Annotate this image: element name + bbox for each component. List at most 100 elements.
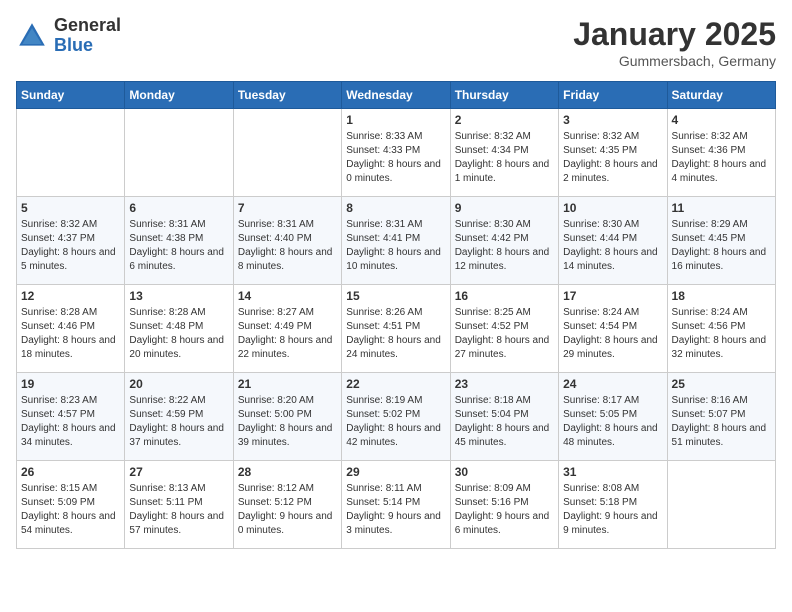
logo-icon: [16, 20, 48, 52]
calendar-cell: [233, 109, 341, 197]
calendar-cell: 23 Sunrise: 8:18 AM Sunset: 5:04 PM Dayli…: [450, 373, 558, 461]
day-number: 12: [21, 289, 120, 303]
calendar-cell: 16 Sunrise: 8:25 AM Sunset: 4:52 PM Dayli…: [450, 285, 558, 373]
day-info: Sunrise: 8:33 AM Sunset: 4:33 PM Dayligh…: [346, 130, 445, 186]
day-number: 14: [238, 289, 337, 303]
day-info: Sunrise: 8:11 AM Sunset: 5:14 PM Dayligh…: [346, 482, 445, 538]
calendar-cell: 26 Sunrise: 8:15 AM Sunset: 5:09 PM Dayli…: [17, 461, 125, 549]
day-info: Sunrise: 8:19 AM Sunset: 5:02 PM Dayligh…: [346, 394, 445, 450]
calendar-cell: 1 Sunrise: 8:33 AM Sunset: 4:33 PM Daylig…: [342, 109, 450, 197]
logo-general-text: General: [54, 16, 121, 36]
calendar-cell: 28 Sunrise: 8:12 AM Sunset: 5:12 PM Dayli…: [233, 461, 341, 549]
day-number: 19: [21, 377, 120, 391]
day-number: 26: [21, 465, 120, 479]
location: Gummersbach, Germany: [573, 53, 776, 69]
logo-text: General Blue: [54, 16, 121, 56]
logo-blue-text: Blue: [54, 36, 121, 56]
day-info: Sunrise: 8:32 AM Sunset: 4:36 PM Dayligh…: [672, 130, 771, 186]
calendar-cell: [667, 461, 775, 549]
day-info: Sunrise: 8:31 AM Sunset: 4:41 PM Dayligh…: [346, 218, 445, 274]
day-number: 28: [238, 465, 337, 479]
day-info: Sunrise: 8:24 AM Sunset: 4:56 PM Dayligh…: [672, 306, 771, 362]
day-number: 13: [129, 289, 228, 303]
page-header: General Blue January 2025 Gummersbach, G…: [16, 16, 776, 69]
calendar-cell: [17, 109, 125, 197]
calendar-cell: 8 Sunrise: 8:31 AM Sunset: 4:41 PM Daylig…: [342, 197, 450, 285]
day-number: 2: [455, 113, 554, 127]
calendar-header: SundayMondayTuesdayWednesdayThursdayFrid…: [17, 82, 776, 109]
day-of-week-header: Thursday: [450, 82, 558, 109]
day-number: 10: [563, 201, 662, 215]
calendar-body: 1 Sunrise: 8:33 AM Sunset: 4:33 PM Daylig…: [17, 109, 776, 549]
calendar-cell: 31 Sunrise: 8:08 AM Sunset: 5:18 PM Dayli…: [559, 461, 667, 549]
calendar-cell: 17 Sunrise: 8:24 AM Sunset: 4:54 PM Dayli…: [559, 285, 667, 373]
day-info: Sunrise: 8:18 AM Sunset: 5:04 PM Dayligh…: [455, 394, 554, 450]
calendar-cell: 10 Sunrise: 8:30 AM Sunset: 4:44 PM Dayli…: [559, 197, 667, 285]
day-number: 9: [455, 201, 554, 215]
day-info: Sunrise: 8:30 AM Sunset: 4:44 PM Dayligh…: [563, 218, 662, 274]
day-of-week-header: Saturday: [667, 82, 775, 109]
calendar-cell: 7Sunrise: 8:31 AM Sunset: 4:40 PM Daylig…: [233, 197, 341, 285]
day-info: Sunrise: 8:24 AM Sunset: 4:54 PM Dayligh…: [563, 306, 662, 362]
day-info: Sunrise: 8:28 AM Sunset: 4:48 PM Dayligh…: [129, 306, 228, 362]
calendar-cell: 29Sunrise: 8:11 AM Sunset: 5:14 PM Dayli…: [342, 461, 450, 549]
calendar-cell: 9Sunrise: 8:30 AM Sunset: 4:42 PM Daylig…: [450, 197, 558, 285]
day-info: Sunrise: 8:32 AM Sunset: 4:35 PM Dayligh…: [563, 130, 662, 186]
day-of-week-header: Friday: [559, 82, 667, 109]
calendar-cell: 6 Sunrise: 8:31 AM Sunset: 4:38 PM Daylig…: [125, 197, 233, 285]
day-info: Sunrise: 8:09 AM Sunset: 5:16 PM Dayligh…: [455, 482, 554, 538]
day-info: Sunrise: 8:08 AM Sunset: 5:18 PM Dayligh…: [563, 482, 662, 538]
day-of-week-header: Sunday: [17, 82, 125, 109]
day-info: Sunrise: 8:13 AM Sunset: 5:11 PM Dayligh…: [129, 482, 228, 538]
day-number: 1: [346, 113, 445, 127]
day-info: Sunrise: 8:26 AM Sunset: 4:51 PM Dayligh…: [346, 306, 445, 362]
calendar-week-row: 19 Sunrise: 8:23 AM Sunset: 4:57 PM Dayli…: [17, 373, 776, 461]
day-number: 16: [455, 289, 554, 303]
day-number: 3: [563, 113, 662, 127]
day-info: Sunrise: 8:12 AM Sunset: 5:12 PM Dayligh…: [238, 482, 337, 538]
day-number: 27: [129, 465, 228, 479]
day-number: 6: [129, 201, 228, 215]
calendar-cell: 12 Sunrise: 8:28 AM Sunset: 4:46 PM Dayli…: [17, 285, 125, 373]
day-info: Sunrise: 8:25 AM Sunset: 4:52 PM Dayligh…: [455, 306, 554, 362]
calendar-cell: 5Sunrise: 8:32 AM Sunset: 4:37 PM Daylig…: [17, 197, 125, 285]
day-number: 18: [672, 289, 771, 303]
calendar-week-row: 1 Sunrise: 8:33 AM Sunset: 4:33 PM Daylig…: [17, 109, 776, 197]
calendar-cell: 27 Sunrise: 8:13 AM Sunset: 5:11 PM Dayli…: [125, 461, 233, 549]
calendar-cell: 18 Sunrise: 8:24 AM Sunset: 4:56 PM Dayli…: [667, 285, 775, 373]
calendar-cell: [125, 109, 233, 197]
day-number: 20: [129, 377, 228, 391]
day-of-week-header: Tuesday: [233, 82, 341, 109]
day-info: Sunrise: 8:29 AM Sunset: 4:45 PM Dayligh…: [672, 218, 771, 274]
day-number: 22: [346, 377, 445, 391]
day-number: 31: [563, 465, 662, 479]
calendar-cell: 2 Sunrise: 8:32 AM Sunset: 4:34 PM Daylig…: [450, 109, 558, 197]
day-info: Sunrise: 8:15 AM Sunset: 5:09 PM Dayligh…: [21, 482, 120, 538]
day-info: Sunrise: 8:28 AM Sunset: 4:46 PM Dayligh…: [21, 306, 120, 362]
day-number: 21: [238, 377, 337, 391]
day-info: Sunrise: 8:20 AM Sunset: 5:00 PM Dayligh…: [238, 394, 337, 450]
day-of-week-header: Monday: [125, 82, 233, 109]
calendar-week-row: 5Sunrise: 8:32 AM Sunset: 4:37 PM Daylig…: [17, 197, 776, 285]
logo: General Blue: [16, 16, 121, 56]
calendar-cell: 13 Sunrise: 8:28 AM Sunset: 4:48 PM Dayli…: [125, 285, 233, 373]
day-info: Sunrise: 8:31 AM Sunset: 4:40 PM Dayligh…: [238, 218, 337, 274]
day-number: 30: [455, 465, 554, 479]
day-of-week-header: Wednesday: [342, 82, 450, 109]
day-number: 17: [563, 289, 662, 303]
header-row: SundayMondayTuesdayWednesdayThursdayFrid…: [17, 82, 776, 109]
day-info: Sunrise: 8:23 AM Sunset: 4:57 PM Dayligh…: [21, 394, 120, 450]
calendar-cell: 3 Sunrise: 8:32 AM Sunset: 4:35 PM Daylig…: [559, 109, 667, 197]
calendar-table: SundayMondayTuesdayWednesdayThursdayFrid…: [16, 81, 776, 549]
day-info: Sunrise: 8:22 AM Sunset: 4:59 PM Dayligh…: [129, 394, 228, 450]
calendar-cell: 22 Sunrise: 8:19 AM Sunset: 5:02 PM Dayli…: [342, 373, 450, 461]
calendar-cell: 4Sunrise: 8:32 AM Sunset: 4:36 PM Daylig…: [667, 109, 775, 197]
day-info: Sunrise: 8:31 AM Sunset: 4:38 PM Dayligh…: [129, 218, 228, 274]
day-number: 23: [455, 377, 554, 391]
calendar-cell: 14Sunrise: 8:27 AM Sunset: 4:49 PM Dayli…: [233, 285, 341, 373]
calendar-cell: 24Sunrise: 8:17 AM Sunset: 5:05 PM Dayli…: [559, 373, 667, 461]
day-info: Sunrise: 8:32 AM Sunset: 4:34 PM Dayligh…: [455, 130, 554, 186]
month-title: January 2025: [573, 16, 776, 53]
day-number: 24: [563, 377, 662, 391]
day-number: 8: [346, 201, 445, 215]
